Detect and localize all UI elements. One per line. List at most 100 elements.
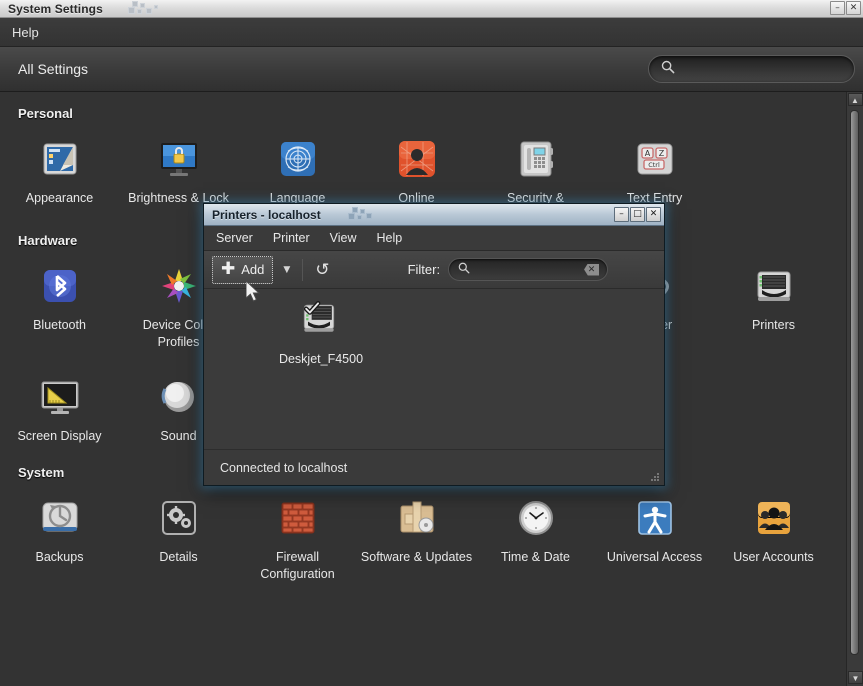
printers-dialog: Printers - localhost – □ ✕ Server Printe… xyxy=(203,203,665,486)
appearance-icon xyxy=(36,135,84,183)
dialog-titlebar-decoration xyxy=(348,207,408,223)
group-row-system: Backups xyxy=(0,486,846,587)
settings-item-label: Time & Date xyxy=(480,549,592,566)
printers-list: Deskjet_F4500 xyxy=(204,289,664,449)
main-toolbar: All Settings xyxy=(0,47,863,92)
group-row-personal: Appearance Brightness & Lock xyxy=(0,127,846,211)
brightness-lock-icon xyxy=(155,135,203,183)
dialog-menubar: Server Printer View Help xyxy=(204,226,664,251)
dialog-close-button[interactable]: ✕ xyxy=(646,207,661,222)
dialog-menu-help[interactable]: Help xyxy=(369,229,411,247)
settings-item-firewall[interactable]: Firewall Configuration xyxy=(238,486,357,587)
settings-item-text-entry[interactable]: A Z Ctrl Text Entry xyxy=(595,127,714,211)
settings-item-user-accounts[interactable]: User Accounts xyxy=(714,486,833,587)
settings-item-label: Bluetooth xyxy=(4,317,116,334)
text-entry-icon: A Z Ctrl xyxy=(631,135,679,183)
settings-item-backups[interactable]: Backups xyxy=(0,486,119,587)
settings-item-time-date[interactable]: Time & Date xyxy=(476,486,595,587)
settings-item-label: Universal Access xyxy=(599,549,711,566)
universal-access-icon xyxy=(631,494,679,542)
add-printer-button[interactable]: ✚ Add xyxy=(212,256,273,284)
security-icon xyxy=(512,135,560,183)
filter-input[interactable] xyxy=(475,264,580,276)
filter-box[interactable]: ✕ xyxy=(448,258,608,281)
language-icon xyxy=(274,135,322,183)
search-box[interactable] xyxy=(648,55,855,83)
online-accounts-icon xyxy=(393,135,441,183)
minimize-button[interactable]: – xyxy=(830,1,845,15)
main-titlebar[interactable]: System Settings – ✕ xyxy=(0,0,863,18)
printer-name-label: Deskjet_F4500 xyxy=(279,352,363,366)
svg-text:Ctrl: Ctrl xyxy=(648,161,660,169)
clear-icon[interactable]: ✕ xyxy=(584,264,599,276)
search-icon xyxy=(458,261,470,279)
screen-display-icon xyxy=(36,373,84,421)
printers-icon xyxy=(750,262,798,310)
settings-item-label: Firewall Configuration xyxy=(242,549,354,583)
search-icon xyxy=(661,60,675,79)
software-updates-icon xyxy=(393,494,441,542)
close-button[interactable]: ✕ xyxy=(846,1,861,15)
settings-item-bluetooth[interactable]: Bluetooth xyxy=(0,254,119,355)
menu-item-help[interactable]: Help xyxy=(3,22,48,43)
settings-item-label: Details xyxy=(123,549,235,566)
settings-item-online-accounts[interactable]: Online xyxy=(357,127,476,211)
settings-item-brightness-lock[interactable]: Brightness & Lock xyxy=(119,127,238,211)
svg-text:Z: Z xyxy=(658,149,664,158)
toolbar-separator xyxy=(302,259,303,281)
dialog-menu-printer[interactable]: Printer xyxy=(265,229,318,247)
dialog-window-controls: – □ ✕ xyxy=(614,207,661,222)
settings-item-software-updates[interactable]: Software & Updates xyxy=(357,486,476,587)
add-button-label: Add xyxy=(241,262,264,277)
scroll-down-button[interactable]: ▼ xyxy=(848,671,863,684)
main-menubar: Help xyxy=(0,18,863,47)
settings-item-label: User Accounts xyxy=(718,549,830,566)
mouse-cursor xyxy=(246,281,262,305)
vertical-scrollbar[interactable]: ▲ ▼ xyxy=(846,92,863,686)
group-title-personal: Personal xyxy=(18,106,846,121)
settings-item-screen-display[interactable]: Screen Display xyxy=(0,365,119,449)
status-text: Connected to localhost xyxy=(220,461,347,475)
sound-icon xyxy=(155,373,203,421)
settings-item-label: Backups xyxy=(4,549,116,566)
scroll-up-button[interactable]: ▲ xyxy=(848,93,863,106)
settings-item-language[interactable]: Language xyxy=(238,127,357,211)
firewall-icon xyxy=(274,494,322,542)
dialog-title: Printers - localhost xyxy=(212,208,321,222)
settings-item-label: Appearance xyxy=(4,190,116,207)
dialog-menu-server[interactable]: Server xyxy=(208,229,261,247)
settings-item-label: Screen Display xyxy=(4,428,116,445)
settings-item-security[interactable]: Security & xyxy=(476,127,595,211)
settings-item-printers[interactable]: Printers xyxy=(714,254,833,355)
settings-item-label: Software & Updates xyxy=(361,549,473,566)
plus-icon: ✚ xyxy=(221,261,235,278)
printer-item[interactable]: Deskjet_F4500 xyxy=(266,296,376,366)
window-controls: – ✕ xyxy=(830,1,861,15)
all-settings-label[interactable]: All Settings xyxy=(18,61,88,77)
dialog-menu-view[interactable]: View xyxy=(322,229,365,247)
details-icon xyxy=(155,494,203,542)
dialog-maximize-button[interactable]: □ xyxy=(630,207,645,222)
scrollbar-thumb[interactable] xyxy=(850,110,859,655)
dialog-minimize-button[interactable]: – xyxy=(614,207,629,222)
user-accounts-icon xyxy=(750,494,798,542)
settings-item-appearance[interactable]: Appearance xyxy=(0,127,119,211)
resize-grip[interactable] xyxy=(649,471,661,483)
filter-label: Filter: xyxy=(408,262,441,277)
dialog-statusbar: Connected to localhost xyxy=(204,449,664,485)
window-title: System Settings xyxy=(0,2,103,16)
backups-icon xyxy=(36,494,84,542)
color-profiles-icon xyxy=(155,262,203,310)
settings-item-universal-access[interactable]: Universal Access xyxy=(595,486,714,587)
dialog-titlebar[interactable]: Printers - localhost – □ ✕ xyxy=(204,204,664,226)
svg-text:A: A xyxy=(644,149,650,158)
settings-item-details[interactable]: Details xyxy=(119,486,238,587)
chevron-down-icon[interactable]: ▼ xyxy=(283,265,290,275)
bluetooth-icon xyxy=(36,262,84,310)
search-input[interactable] xyxy=(681,62,841,76)
refresh-icon[interactable]: ↺ xyxy=(315,260,329,280)
settings-item-label: Printers xyxy=(718,317,830,334)
titlebar-decoration xyxy=(128,1,188,17)
dialog-toolbar: ✚ Add ▼ ↺ Filter: ✕ xyxy=(204,251,664,289)
printer-icon xyxy=(297,296,345,344)
